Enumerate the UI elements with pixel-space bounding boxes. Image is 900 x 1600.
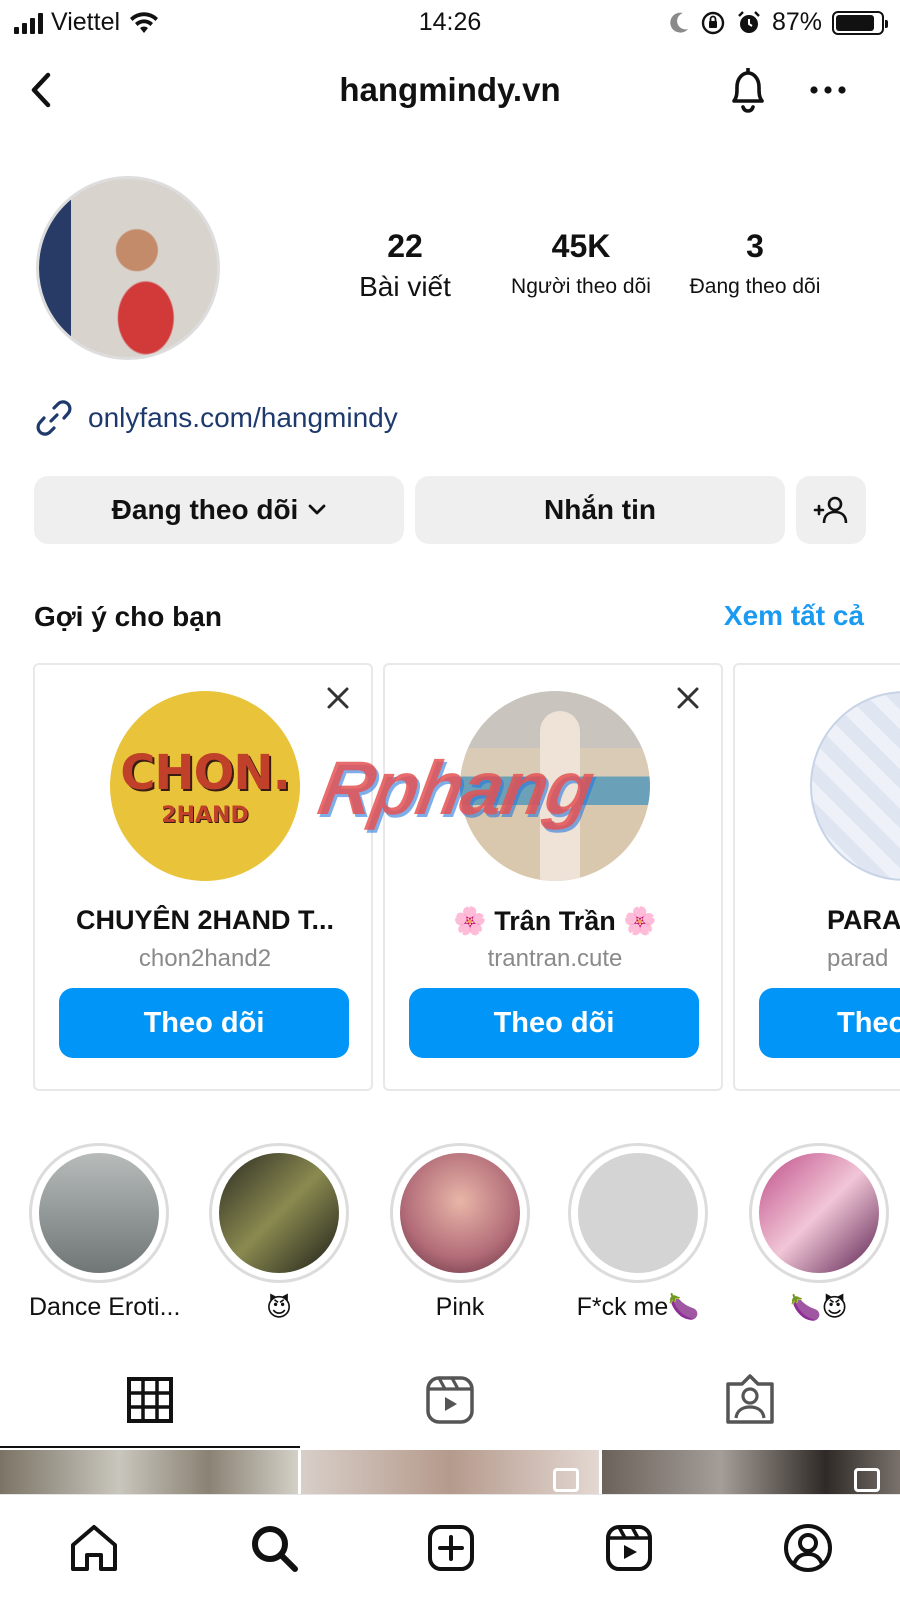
avatar-logo-text: CHON. [120,744,291,801]
highlight-cover [219,1153,339,1273]
suggestion-name: 🌸 Trân Trần 🌸 [453,906,657,936]
see-all-link[interactable]: Xem tất cả [724,600,864,632]
highlight-ring [390,1143,530,1283]
bio-link[interactable]: onlyfans.com/hangmindy [34,398,398,438]
highlight-cover [578,1153,698,1273]
highlight-label: 😈 [265,1294,293,1322]
watermark: Rphang [312,746,599,831]
reels-nav-icon[interactable] [600,1519,658,1577]
post-thumbnail[interactable] [602,1450,900,1494]
suggestion-name: PARA [827,905,900,935]
profile-nav-icon[interactable] [779,1519,837,1577]
bell-icon[interactable] [724,63,772,117]
story-highlight[interactable]: Dance Eroti... [29,1143,181,1322]
story-highlight[interactable]: 😈 [209,1143,349,1323]
stat-posts[interactable]: 22 Bài viết [340,228,470,303]
avatar-logo-subtext: 2HAND [161,802,249,828]
active-tab-indicator [0,1446,300,1448]
following-label: Đang theo dõi [689,275,821,298]
link-icon [36,400,72,436]
story-highlight[interactable]: 🍆😈 [749,1143,889,1323]
close-icon[interactable] [675,685,701,711]
moon-icon [670,12,688,33]
battery-icon [832,10,888,35]
alarm-icon [738,10,760,33]
follow-button[interactable]: Theo dõi [409,988,699,1058]
message-button[interactable]: Nhắn tin [415,476,785,544]
home-icon[interactable] [65,1519,123,1577]
bio-link-text[interactable]: onlyfans.com/hangmindy [88,402,398,434]
suggestions-title: Gợi ý cho bạn [34,601,222,632]
grid-icon[interactable] [120,1370,180,1430]
post-thumbnail[interactable] [0,1450,298,1494]
highlight-label: Pink [435,1293,485,1321]
suggestion-avatar[interactable]: CHON. 2HAND [110,691,300,881]
message-button-label: Nhắn tin [544,494,656,525]
highlight-cover [400,1153,520,1273]
highlight-label: Dance Eroti... [29,1293,181,1321]
suggestion-handle: chon2hand2 [138,945,272,972]
profile-avatar[interactable] [36,176,220,360]
battery-percent: 87% [771,8,822,36]
add-user-icon [813,496,848,524]
status-right: 87% [668,8,888,37]
following-button-label: Đang theo dõi [111,494,299,525]
posts-label: Bài viết [359,271,451,302]
highlight-label: F*ck me🍆 [576,1293,700,1321]
stat-followers[interactable]: 45K Người theo dõi [496,228,666,299]
followers-count: 45K [551,228,611,264]
create-icon[interactable] [422,1519,480,1577]
tagged-icon[interactable] [720,1370,780,1430]
bottom-nav [0,1494,900,1600]
suggestion-name: CHUYÊN 2HAND T... [75,905,335,935]
story-highlight[interactable]: F*ck me🍆 [568,1143,708,1322]
close-icon[interactable] [325,685,351,711]
stat-following[interactable]: 3 Đang theo dõi [670,228,840,299]
profile-header: hangmindy.vn [0,55,900,125]
highlight-cover [759,1153,879,1273]
multi-post-icon [854,1468,880,1492]
suggestion-handle: parad [827,945,889,972]
follow-button[interactable]: Theo [759,988,900,1058]
suggestion-card[interactable]: PARA parad Theo [733,663,900,1091]
highlight-ring [29,1143,169,1283]
suggestion-card[interactable]: 🌸 Trân Trần 🌸 trantran.cute Theo dõi [383,663,723,1091]
status-bar: Viettel 14:26 87% [0,0,900,46]
posts-count: 22 [387,228,423,264]
add-user-button[interactable] [796,476,866,544]
highlight-ring [749,1143,889,1283]
highlight-cover [39,1153,159,1273]
chevron-down-icon [308,504,326,515]
suggestion-handle: trantran.cute [487,945,623,972]
multi-post-icon [553,1468,579,1492]
search-icon[interactable] [245,1519,303,1577]
following-button[interactable]: Đang theo dõi [34,476,404,544]
suggestion-card[interactable]: CHON. 2HAND CHUYÊN 2HAND T... chon2hand2… [33,663,373,1091]
reels-icon[interactable] [420,1370,480,1430]
follow-button[interactable]: Theo dõi [59,988,349,1058]
following-count: 3 [746,228,764,264]
highlight-ring [568,1143,708,1283]
followers-label: Người theo dõi [511,275,651,298]
more-icon[interactable] [808,73,848,107]
highlight-label: 🍆😈 [790,1294,848,1322]
post-thumbnail[interactable] [301,1450,599,1494]
highlight-ring [209,1143,349,1283]
story-highlight[interactable]: Pink [390,1143,530,1322]
suggestion-avatar[interactable] [810,691,900,881]
rotation-lock-icon [701,11,725,34]
